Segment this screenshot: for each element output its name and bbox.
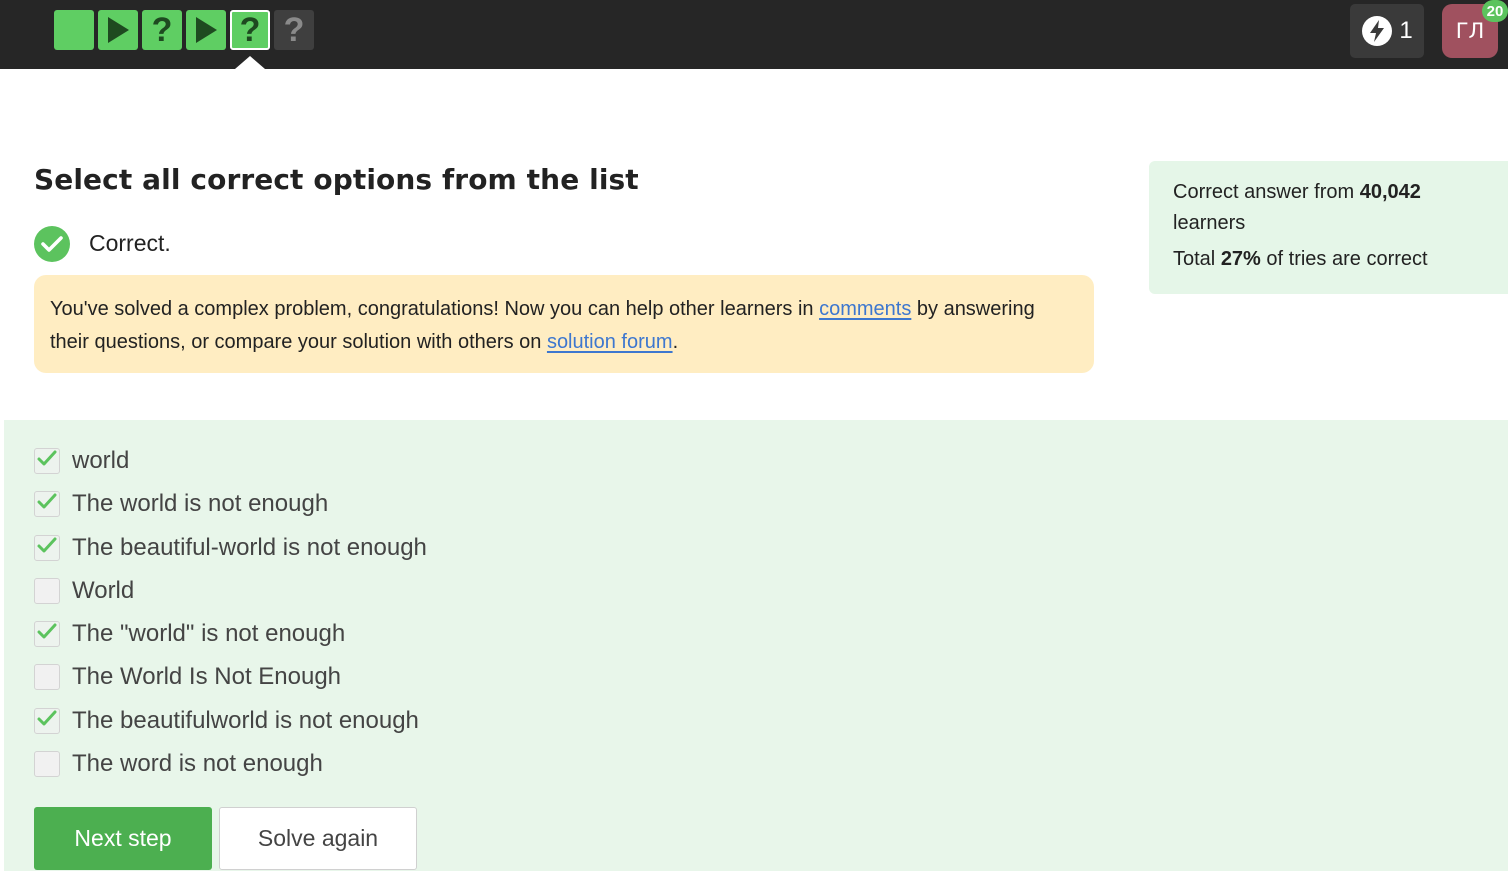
page-title: Select all correct options from the list (34, 163, 639, 196)
current-step-pointer (235, 56, 265, 69)
step-6-quiz[interactable]: ? (274, 10, 314, 50)
stats-learners: Correct answer from 40,042 learners (1173, 177, 1484, 239)
option-item[interactable]: The beautiful-world is not enough (34, 533, 427, 563)
option-item[interactable]: The world is not enough (34, 489, 328, 519)
option-label: World (72, 577, 135, 604)
question-icon: ? (239, 11, 261, 49)
step-5-quiz-current[interactable]: ? (230, 10, 270, 50)
option-checkbox[interactable] (34, 578, 60, 604)
play-icon (196, 17, 217, 43)
step-2-video[interactable] (98, 10, 138, 50)
option-checkbox[interactable] (34, 491, 60, 517)
option-checkbox[interactable] (34, 621, 60, 647)
option-checkbox[interactable] (34, 751, 60, 777)
energy-count: 1 (1399, 17, 1413, 44)
options-panel: world The world is not enough The beauti… (4, 420, 1508, 871)
learners-count: 40,042 (1359, 181, 1421, 203)
solution-forum-link[interactable]: solution forum (547, 331, 673, 353)
option-label: The beautifulworld is not enough (72, 707, 419, 734)
correct-percent: 27% (1220, 248, 1261, 270)
check-circle-icon (34, 226, 70, 262)
option-label: world (72, 447, 130, 474)
avatar-initials: ГЛ (1455, 19, 1485, 43)
checkmark-icon (36, 492, 58, 517)
option-checkbox[interactable] (34, 708, 60, 734)
option-checkbox[interactable] (34, 664, 60, 690)
checkmark-icon (36, 536, 58, 561)
congrats-text-after: . (672, 331, 679, 353)
stats-total-prefix: Total (1173, 248, 1221, 270)
notification-badge[interactable]: 20 (1482, 0, 1508, 22)
comments-link[interactable]: comments (819, 298, 911, 320)
stats-learners-prefix: Correct answer from (1173, 181, 1360, 203)
lightning-icon (1362, 16, 1393, 46)
top-bar: ? ? ? 1 ГЛ 20 (0, 0, 1508, 69)
status-text: Correct. (89, 230, 171, 256)
question-icon: ? (283, 11, 305, 49)
step-3-quiz[interactable]: ? (142, 10, 182, 50)
congrats-message: You've solved a complex problem, congrat… (34, 275, 1094, 373)
option-label: The world is not enough (72, 490, 329, 517)
checkmark-icon (36, 622, 58, 647)
solve-again-button[interactable]: Solve again (219, 807, 417, 870)
next-step-button[interactable]: Next step (34, 807, 212, 870)
energy-button[interactable]: 1 (1350, 4, 1424, 58)
stats-total: Total 27% of tries are correct (1173, 244, 1484, 275)
option-label: The "world" is not enough (72, 620, 346, 647)
option-checkbox[interactable] (34, 535, 60, 561)
congrats-text-before: You've solved a complex problem, congrat… (50, 298, 820, 320)
option-item[interactable]: World (34, 576, 134, 606)
option-item[interactable]: world (34, 446, 129, 476)
option-label: The word is not enough (72, 750, 323, 777)
checkmark-icon (36, 449, 58, 474)
option-item[interactable]: The World Is Not Enough (34, 662, 341, 692)
question-icon: ? (151, 11, 173, 49)
play-icon (108, 17, 129, 43)
option-item[interactable]: The beautifulworld is not enough (34, 706, 419, 736)
stats-panel: Correct answer from 40,042 learners Tota… (1149, 161, 1508, 294)
stats-learners-suffix: learners (1173, 212, 1246, 234)
step-1-text[interactable] (54, 10, 94, 50)
option-item[interactable]: The "world" is not enough (34, 619, 345, 649)
step-4-video[interactable] (186, 10, 226, 50)
checkmark-icon (36, 709, 58, 734)
stats-total-suffix: of tries are correct (1260, 248, 1428, 270)
option-label: The World Is Not Enough (72, 663, 342, 690)
option-checkbox[interactable] (34, 448, 60, 474)
option-label: The beautiful-world is not enough (72, 534, 427, 561)
option-item[interactable]: The word is not enough (34, 749, 323, 779)
